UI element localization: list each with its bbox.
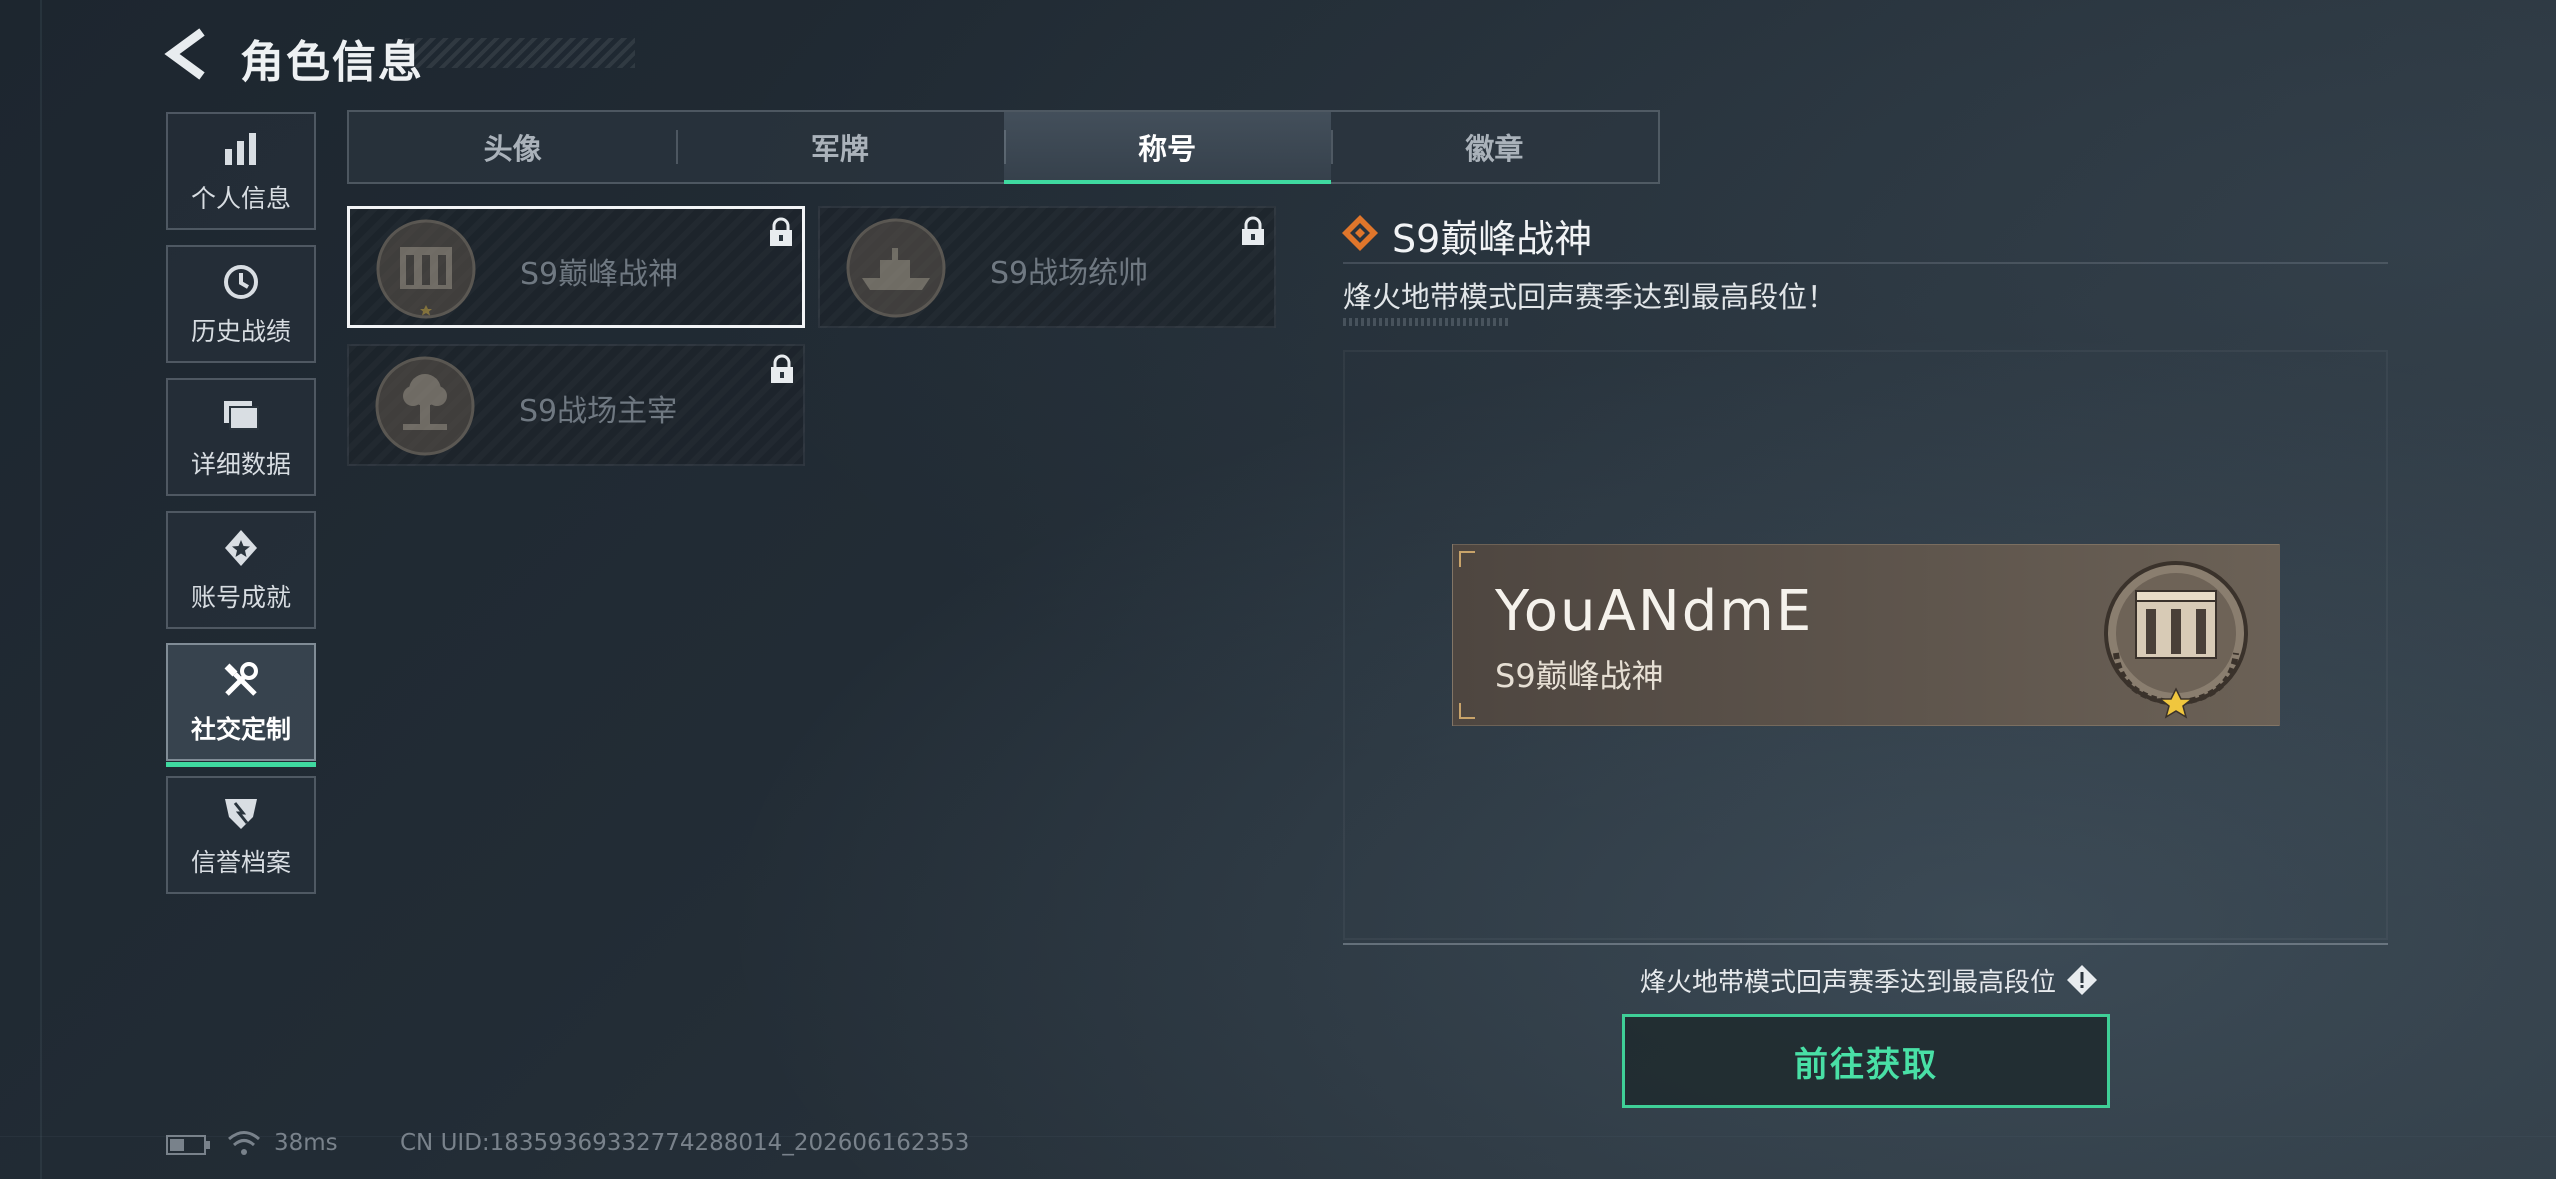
building-emblem-icon [374,217,478,321]
sidebar-item-achievements[interactable]: 账号成就 [166,511,316,629]
building-emblem-icon [2091,553,2261,723]
tab-badge[interactable]: 徽章 [1330,112,1658,182]
explosion-emblem-icon [373,354,477,458]
go-obtain-button[interactable]: 前往获取 [1622,1014,2110,1108]
clock-history-icon [219,260,263,304]
requirement-text: 烽火地带模式回声赛季达到最高段位 [1640,968,2057,998]
corner-decoration [1459,551,1475,567]
folder-icon [219,393,263,437]
lock-icon [768,217,794,247]
tab-bar: 头像 军牌 称号 徽章 [347,110,1660,184]
lock-icon [1240,216,1266,246]
sidebar-item-detailed-data[interactable]: 详细数据 [166,378,316,496]
go-obtain-label: 前往获取 [1794,1044,1938,1085]
uid-readout: CN UID:18359369332774288014_202606162353 [400,1130,970,1156]
detail-description: 烽火地带模式回声赛季达到最高段位！ [1343,280,1837,314]
sidebar-item-social-custom[interactable]: 社交定制 [166,643,316,767]
sidebar-item-label: 账号成就 [190,583,291,612]
ship-emblem-icon [844,216,948,320]
hud-decoration-top [0,1136,2556,1137]
battery-icon [166,1133,212,1157]
sidebar-item-label: 详细数据 [190,450,291,479]
page-title: 角色信息 [240,37,424,88]
sidebar-item-label: 信誉档案 [190,848,291,877]
info-icon[interactable] [2066,964,2098,996]
tab-title[interactable]: 称号 [1003,112,1332,184]
lock-icon [769,354,795,384]
sidebar-item-label: 个人信息 [190,184,291,213]
bottom-divider [1343,943,2388,945]
bar-chart-icon [219,127,263,171]
back-arrow-icon [164,28,205,80]
back-button[interactable] [160,24,220,84]
title-card-name: S9战场主宰 [519,394,678,429]
sidebar-item-history[interactable]: 历史战绩 [166,245,316,363]
sidebar-item-label: 历史战绩 [190,317,291,346]
title-card-s9-commander[interactable]: S9战场统帅 [818,206,1276,328]
shield-icon [219,791,263,835]
title-decoration [405,38,635,68]
detail-title: S9巅峰战神 [1392,217,1593,261]
title-preview-card: YouANdmE S9巅峰战神 [1452,544,2280,726]
hud-decoration-left [40,0,42,1179]
title-card-name: S9巅峰战神 [520,257,679,292]
title-card-s9-peak-god[interactable]: S9巅峰战神 [347,206,805,328]
ping-readout: 38ms [274,1130,338,1156]
title-card-s9-dominator[interactable]: S9战场主宰 [347,344,805,466]
tools-icon [219,658,263,702]
preview-player-name: YouANdmE [1495,579,1814,644]
sidebar-item-label: 社交定制 [190,715,291,744]
wifi-icon [226,1128,262,1158]
detail-divider [1343,262,2388,264]
corner-decoration [1459,703,1475,719]
tab-dogtag[interactable]: 军牌 [676,112,1003,182]
title-rank-icon [1340,213,1380,253]
title-card-name: S9战场统帅 [990,256,1149,291]
sidebar-item-personal-info[interactable]: 个人信息 [166,112,316,230]
sidebar-item-credit-record[interactable]: 信誉档案 [166,776,316,894]
preview-title-text: S9巅峰战神 [1495,657,1664,695]
description-decoration [1343,318,1508,326]
tab-avatar[interactable]: 头像 [349,112,676,182]
medal-icon [219,526,263,570]
